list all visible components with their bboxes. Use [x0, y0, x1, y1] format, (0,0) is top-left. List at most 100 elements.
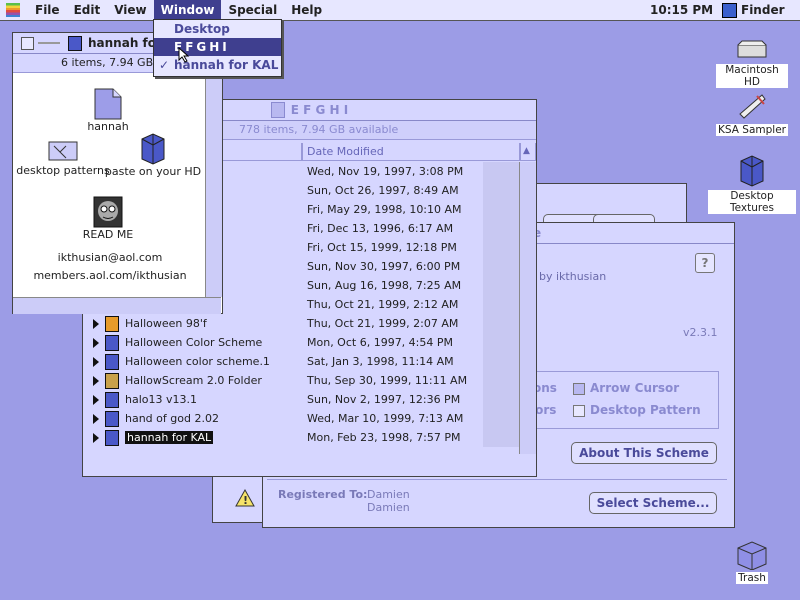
- list-item[interactable]: halo13 v13.1 Sun, Nov 2, 1997, 12:36 PM: [87, 390, 519, 409]
- folder-icon: [270, 102, 285, 118]
- sampler-icon: [739, 94, 766, 119]
- desktop-item[interactable]: READ ME: [53, 196, 163, 241]
- item-name: Halloween 98'f: [125, 317, 207, 330]
- desktop-item[interactable]: hannah: [53, 88, 163, 133]
- patterns-icon: [48, 141, 78, 161]
- vertical-scrollbar[interactable]: [519, 162, 536, 454]
- readme-face-icon: [93, 196, 123, 228]
- version-label: v2.3.1: [683, 326, 718, 339]
- file-icon: [105, 334, 119, 351]
- desktop-pattern-checkbox[interactable]: [573, 404, 585, 417]
- item-date: Mon, Feb 23, 1998, 7:57 PM: [307, 431, 461, 444]
- close-box-icon[interactable]: [21, 36, 34, 50]
- menu-file[interactable]: File: [28, 0, 67, 20]
- trash-icon: [737, 541, 767, 570]
- disclosure-triangle-icon[interactable]: [93, 413, 99, 424]
- sort-direction-icon[interactable]: ▲: [520, 143, 536, 161]
- registered-name-2: Damien: [367, 501, 410, 514]
- disclosure-triangle-icon[interactable]: [93, 318, 99, 329]
- disclosure-triangle-icon[interactable]: [93, 375, 99, 386]
- menu-window[interactable]: Window: [153, 0, 222, 20]
- item-date: Fri, May 29, 1998, 10:10 AM: [307, 203, 462, 216]
- item-date: Thu, Sep 30, 1999, 11:11 AM: [307, 374, 468, 387]
- url-text: members.aol.com/ikthusian: [33, 269, 187, 282]
- disclosure-triangle-icon[interactable]: [93, 356, 99, 367]
- svg-text:!: !: [243, 494, 248, 507]
- item-date: Wed, Nov 19, 1997, 3:08 PM: [307, 165, 464, 178]
- list-item[interactable]: hand of god 2.02 Wed, Mar 10, 1999, 7:13 …: [87, 409, 519, 428]
- desktop-icon-textures[interactable]: Desktop Textures: [708, 155, 796, 214]
- file-icon: [105, 372, 119, 389]
- list-item[interactable]: Halloween color scheme.1 Sat, Jan 3, 1998…: [87, 352, 519, 371]
- item-date: Sun, Aug 16, 1998, 7:25 AM: [307, 279, 462, 292]
- window-menu-dropdown: Desktop EFGHI ✓ hannah for KAL: [153, 19, 282, 77]
- disclosure-triangle-icon[interactable]: [93, 337, 99, 348]
- item-label: desktop patterns: [16, 164, 110, 177]
- item-date: Sun, Oct 26, 1997, 8:49 AM: [307, 184, 459, 197]
- list-item[interactable]: Halloween 98'f Thu, Oct 21, 1999, 2:07 AM: [87, 314, 519, 333]
- menu-view[interactable]: View: [107, 0, 153, 20]
- email-text: ikthusian@aol.com: [57, 251, 163, 264]
- list-header: Date Modified ▲: [220, 143, 536, 161]
- vertical-scrollbar[interactable]: [205, 73, 222, 297]
- item-name: HallowScream 2.0 Folder: [125, 374, 262, 387]
- menu-item-hannah[interactable]: ✓ hannah for KAL: [154, 56, 281, 74]
- arrow-cursor-option[interactable]: Arrow Cursor: [573, 381, 679, 395]
- item-name: halo13 v13.1: [125, 393, 197, 406]
- menu-item-efghi[interactable]: EFGHI: [154, 38, 281, 56]
- window-title-text: hannah for: [88, 36, 162, 50]
- list-item[interactable]: Halloween Color Scheme Mon, Oct 6, 1997, …: [87, 333, 519, 352]
- application-menu[interactable]: Finder: [722, 0, 785, 20]
- registered-label: Registered To:: [278, 488, 368, 501]
- hard-drive-icon: [737, 40, 767, 58]
- item-name: Halloween Color Scheme: [125, 336, 263, 349]
- name-column-header[interactable]: [220, 143, 302, 161]
- item-name: Halloween color scheme.1: [125, 355, 270, 368]
- finder-icon: [722, 2, 737, 18]
- item-date: Thu, Oct 21, 1999, 2:12 AM: [307, 298, 459, 311]
- menu-item-desktop[interactable]: Desktop: [154, 20, 281, 38]
- scheme-author: by ikthusian: [539, 270, 607, 283]
- about-scheme-button[interactable]: About This Scheme: [571, 442, 717, 464]
- disclosure-triangle-icon[interactable]: [93, 394, 99, 405]
- item-date: Fri, Dec 13, 1996, 6:17 AM: [307, 222, 454, 235]
- help-icon[interactable]: ?: [695, 253, 715, 273]
- list-item[interactable]: HallowScream 2.0 Folder Thu, Sep 30, 1999…: [87, 371, 519, 390]
- menu-edit[interactable]: Edit: [67, 0, 108, 20]
- desktop-item[interactable]: paste on your HD: [98, 133, 208, 178]
- disclosure-triangle-icon[interactable]: [93, 432, 99, 443]
- file-icon: [105, 315, 119, 332]
- select-scheme-button[interactable]: Select Scheme...: [589, 492, 717, 514]
- desktop-icon-hd[interactable]: Macintosh HD: [716, 40, 788, 88]
- file-icon: [105, 353, 119, 370]
- desktop-icon-ksa[interactable]: KSA Sampler: [712, 92, 792, 136]
- texture-icon: [141, 133, 165, 165]
- item-label: READ ME: [82, 228, 134, 241]
- date-column-header[interactable]: Date Modified: [302, 143, 520, 161]
- menu-help[interactable]: Help: [284, 0, 329, 20]
- item-name: hand of god 2.02: [125, 412, 219, 425]
- folder-icon: [68, 35, 82, 51]
- warning-icon: !: [235, 488, 255, 510]
- item-label: hannah: [87, 120, 129, 133]
- file-icon: [105, 410, 119, 427]
- menu-clock[interactable]: 10:15 PM: [650, 0, 713, 20]
- desktop-pattern-option[interactable]: Desktop Pattern: [573, 403, 701, 417]
- list-item[interactable]: hannah for KAL Mon, Feb 23, 1998, 7:57 PM: [87, 428, 519, 447]
- item-date: Mon, Oct 6, 1997, 4:54 PM: [307, 336, 454, 349]
- item-date: Sun, Nov 2, 1997, 12:36 PM: [307, 393, 461, 406]
- file-icon: [105, 391, 119, 408]
- checkmark-icon: ✓: [159, 58, 170, 72]
- menu-special[interactable]: Special: [221, 0, 284, 20]
- document-icon: [94, 88, 122, 120]
- item-date: Fri, Oct 15, 1999, 12:18 PM: [307, 241, 457, 254]
- registered-name: Damien: [367, 488, 410, 501]
- apple-menu-icon[interactable]: [6, 3, 20, 17]
- file-icon: [105, 429, 119, 446]
- arrow-cursor-checkbox[interactable]: [573, 382, 585, 395]
- mouse-pointer-icon: [178, 47, 190, 63]
- item-date: Sun, Nov 30, 1997, 6:00 PM: [307, 260, 461, 273]
- horizontal-scrollbar[interactable]: [13, 297, 221, 314]
- desktop-icon-trash[interactable]: Trash: [722, 540, 782, 584]
- item-label: paste on your HD: [104, 165, 202, 178]
